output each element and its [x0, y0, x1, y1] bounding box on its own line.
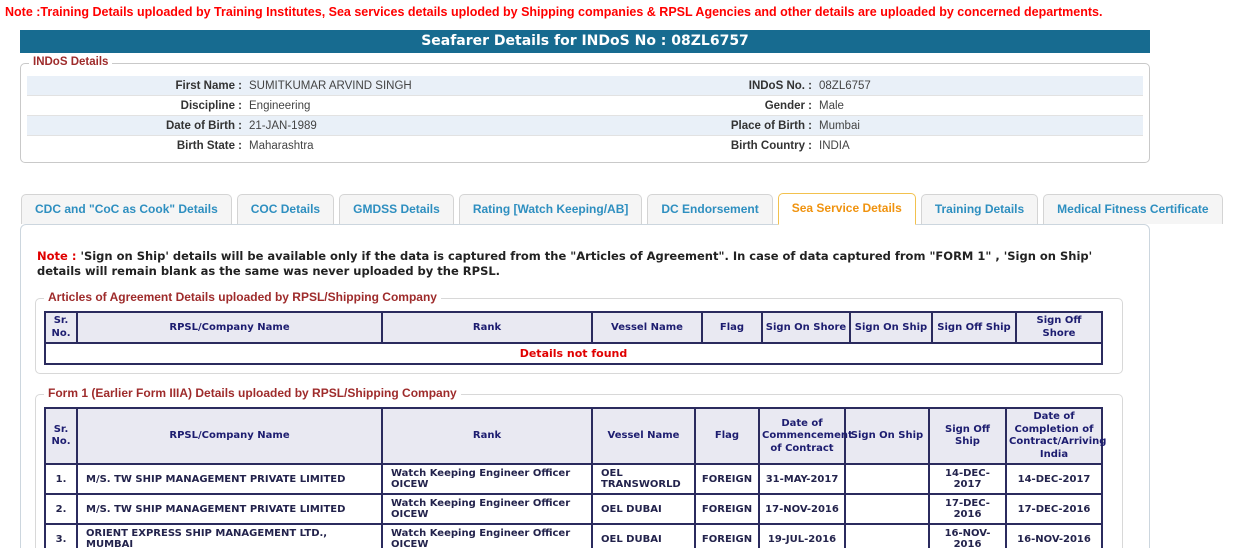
cell-vessel: OEL DUBAI — [592, 524, 695, 548]
birth-state-label: Birth State : — [27, 140, 242, 152]
sea-service-note: Note : 'Sign on Ship' details will be av… — [37, 249, 1102, 278]
tab-cdc-coc-as-cook-details[interactable]: CDC and "CoC as Cook" Details — [21, 194, 232, 224]
place-of-birth-value: Mumbai — [812, 120, 1143, 132]
indos-row-name: First Name : SUMITKUMAR ARVIND SINGH IND… — [27, 76, 1143, 96]
tab-sea-service-details[interactable]: Sea Service Details — [778, 193, 916, 225]
col-rpsl-company-name: RPSL/Company Name — [77, 312, 382, 343]
form1-legend: Form 1 (Earlier Form IIIA) Details uploa… — [44, 386, 461, 400]
indos-no-label: INDoS No. : — [632, 80, 812, 92]
indos-row-state: Birth State : Maharashtra Birth Country … — [27, 136, 1143, 156]
cell-commencement-date: 19-JUL-2016 — [759, 524, 845, 548]
sea-service-note-text: 'Sign on Ship' details will be available… — [37, 249, 1092, 278]
tab-dc-endorsement[interactable]: DC Endorsement — [647, 194, 772, 224]
cell-rank: Watch Keeping Engineer Officer OICEW — [382, 524, 592, 548]
cell-sign-on-ship — [845, 494, 929, 524]
col-vessel-name: Vessel Name — [592, 408, 695, 464]
form1-table-header-row: Sr. No. RPSL/Company Name Rank Vessel Na… — [45, 408, 1102, 464]
dob-label: Date of Birth : — [27, 120, 242, 132]
first-name-value: SUMITKUMAR ARVIND SINGH — [242, 80, 632, 92]
col-rank: Rank — [382, 312, 592, 343]
col-vessel-name: Vessel Name — [592, 312, 702, 343]
articles-table-empty-row: Details not found — [45, 343, 1102, 364]
table-row: 1. M/S. TW SHIP MANAGEMENT PRIVATE LIMIT… — [45, 464, 1102, 494]
tab-gmdss-details[interactable]: GMDSS Details — [339, 194, 454, 224]
cell-company: ORIENT EXPRESS SHIP MANAGEMENT LTD., MUM… — [77, 524, 382, 548]
form1-section: Form 1 (Earlier Form IIIA) Details uploa… — [35, 394, 1123, 548]
col-rpsl-company-name: RPSL/Company Name — [77, 408, 382, 464]
articles-of-agreement-legend: Articles of Agreement Details uploaded b… — [44, 290, 441, 304]
col-sign-off-ship: Sign Off Ship — [929, 408, 1006, 464]
cell-rank: Watch Keeping Engineer Officer OICEW — [382, 464, 592, 494]
indos-row-birth: Date of Birth : 21-JAN-1989 Place of Bir… — [27, 116, 1143, 136]
indos-no-value: 08ZL6757 — [812, 80, 1143, 92]
form1-table: Sr. No. RPSL/Company Name Rank Vessel Na… — [44, 407, 1103, 548]
birth-country-value: INDIA — [812, 140, 1143, 152]
col-sign-on-ship: Sign On Ship — [845, 408, 929, 464]
col-date-completion-contract: Date of Completion of Contract/Arriving … — [1006, 408, 1102, 464]
details-not-found-message: Details not found — [45, 343, 1102, 364]
cell-completion-date: 17-DEC-2016 — [1006, 494, 1102, 524]
indos-row-discipline: Discipline : Engineering Gender : Male — [27, 96, 1143, 116]
discipline-value: Engineering — [242, 100, 632, 112]
col-flag: Flag — [702, 312, 762, 343]
cell-sign-on-ship — [845, 524, 929, 548]
main-container: Seafarer Details for INDoS No : 08ZL6757… — [20, 30, 1150, 548]
birth-state-value: Maharashtra — [242, 140, 632, 152]
articles-of-agreement-section: Articles of Agreement Details uploaded b… — [35, 298, 1123, 374]
col-sign-on-ship: Sign On Ship — [850, 312, 932, 343]
cell-company: M/S. TW SHIP MANAGEMENT PRIVATE LIMITED — [77, 464, 382, 494]
cell-sr-no: 2. — [45, 494, 77, 524]
details-tab-bar: CDC and "CoC as Cook" Details COC Detail… — [21, 193, 1150, 224]
tab-rating-watch-keeping-ab[interactable]: Rating [Watch Keeping/AB] — [459, 194, 643, 224]
discipline-label: Discipline : — [27, 100, 242, 112]
table-row: 2. M/S. TW SHIP MANAGEMENT PRIVATE LIMIT… — [45, 494, 1102, 524]
col-rank: Rank — [382, 408, 592, 464]
cell-company: M/S. TW SHIP MANAGEMENT PRIVATE LIMITED — [77, 494, 382, 524]
col-flag: Flag — [695, 408, 759, 464]
cell-flag: FOREIGN — [695, 524, 759, 548]
cell-flag: FOREIGN — [695, 494, 759, 524]
articles-of-agreement-table: Sr. No. RPSL/Company Name Rank Vessel Na… — [44, 311, 1103, 365]
cell-sr-no: 1. — [45, 464, 77, 494]
col-date-commencement-contract: Date of Commencement of Contract — [759, 408, 845, 464]
page-top-note: Note :Training Details uploaded by Train… — [0, 0, 1240, 19]
articles-table-header-row: Sr. No. RPSL/Company Name Rank Vessel Na… — [45, 312, 1102, 343]
cell-sr-no: 3. — [45, 524, 77, 548]
cell-sign-off-ship: 16-NOV-2016 — [929, 524, 1006, 548]
gender-label: Gender : — [632, 100, 812, 112]
cell-commencement-date: 31-MAY-2017 — [759, 464, 845, 494]
sea-service-note-prefix: Note : — [37, 249, 76, 263]
col-sign-off-shore: Sign Off Shore — [1016, 312, 1102, 343]
cell-vessel: OEL TRANSWORLD — [592, 464, 695, 494]
cell-vessel: OEL DUBAI — [592, 494, 695, 524]
cell-commencement-date: 17-NOV-2016 — [759, 494, 845, 524]
cell-flag: FOREIGN — [695, 464, 759, 494]
col-sign-on-shore: Sign On Shore — [762, 312, 850, 343]
cell-sign-off-ship: 14-DEC-2017 — [929, 464, 1006, 494]
page-title: Seafarer Details for INDoS No : 08ZL6757 — [20, 30, 1150, 53]
tab-coc-details[interactable]: COC Details — [237, 194, 334, 224]
indos-details-legend: INDoS Details — [29, 56, 112, 68]
cell-rank: Watch Keeping Engineer Officer OICEW — [382, 494, 592, 524]
sea-service-panel: Note : 'Sign on Ship' details will be av… — [20, 224, 1150, 548]
cell-sign-off-ship: 17-DEC-2016 — [929, 494, 1006, 524]
tab-training-details[interactable]: Training Details — [921, 194, 1038, 224]
col-sign-off-ship: Sign Off Ship — [932, 312, 1016, 343]
cell-completion-date: 16-NOV-2016 — [1006, 524, 1102, 548]
indos-details-section: INDoS Details First Name : SUMITKUMAR AR… — [20, 63, 1150, 163]
cell-sign-on-ship — [845, 464, 929, 494]
col-sr-no: Sr. No. — [45, 312, 77, 343]
first-name-label: First Name : — [27, 80, 242, 92]
birth-country-label: Birth Country : — [632, 140, 812, 152]
tab-medical-fitness-certificate[interactable]: Medical Fitness Certificate — [1043, 194, 1222, 224]
col-sr-no: Sr. No. — [45, 408, 77, 464]
cell-completion-date: 14-DEC-2017 — [1006, 464, 1102, 494]
table-row: 3. ORIENT EXPRESS SHIP MANAGEMENT LTD., … — [45, 524, 1102, 548]
place-of-birth-label: Place of Birth : — [632, 120, 812, 132]
gender-value: Male — [812, 100, 1143, 112]
dob-value: 21-JAN-1989 — [242, 120, 632, 132]
